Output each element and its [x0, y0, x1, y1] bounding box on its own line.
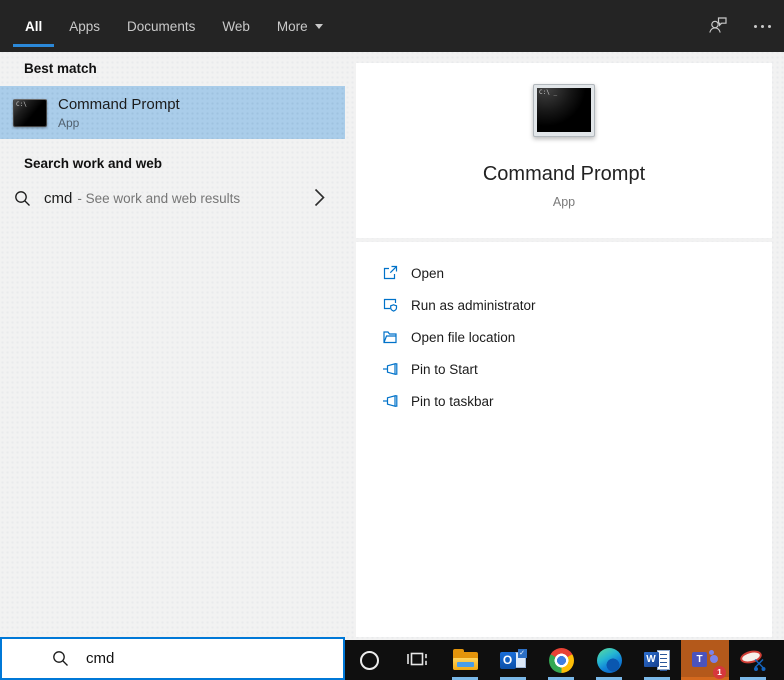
action-run-as-admin[interactable]: Run as administrator [356, 289, 772, 321]
command-prompt-icon-large [533, 84, 595, 137]
taskbar-snipping-tool[interactable] [729, 640, 777, 680]
chevron-down-icon [314, 23, 323, 29]
outlook-icon: ✓ O [499, 648, 527, 672]
taskbar-teams[interactable]: T 1 [681, 640, 729, 680]
tab-documents[interactable]: Documents [127, 0, 195, 52]
best-match-text: Command Prompt App [58, 96, 180, 130]
search-filter-tabs: All Apps Documents Web More [0, 0, 350, 52]
tab-apps[interactable]: Apps [69, 0, 100, 52]
tab-all[interactable]: All [12, 0, 55, 52]
app-title: Command Prompt [482, 163, 646, 185]
ellipsis-icon [753, 24, 771, 28]
search-input[interactable] [86, 650, 326, 667]
taskbar-edge[interactable] [585, 640, 633, 680]
search-box [0, 637, 345, 680]
taskbar-chrome[interactable] [537, 640, 585, 680]
tab-all-label: All [25, 18, 43, 34]
action-label: Run as administrator [411, 297, 536, 313]
pin-icon [382, 361, 398, 377]
taskbar-file-explorer[interactable] [441, 640, 489, 680]
action-label: Open [411, 265, 445, 281]
tab-more[interactable]: More [277, 0, 323, 52]
tab-more-label: More [276, 18, 308, 34]
action-open[interactable]: Open [356, 257, 772, 289]
app-subtitle: App [552, 195, 576, 209]
edge-icon [596, 647, 622, 673]
search-icon [14, 190, 31, 207]
tab-apps-label: Apps [69, 18, 101, 34]
app-details-card: Command Prompt App [356, 63, 772, 238]
windows-search-flyout: All Apps Documents Web More Best match C… [0, 0, 784, 680]
pin-icon [382, 393, 398, 409]
more-options-button[interactable] [740, 0, 784, 52]
tab-web-label: Web [222, 18, 250, 34]
action-pin-to-start[interactable]: Pin to Start [356, 353, 772, 385]
search-icon [52, 650, 69, 667]
cortana-icon [359, 650, 379, 670]
action-pin-to-taskbar[interactable]: Pin to taskbar [356, 385, 772, 417]
tab-documents-label: Documents [127, 18, 196, 34]
action-open-file-location[interactable]: Open file location [356, 321, 772, 353]
results-panel: Best match Command Prompt App Search wor… [0, 52, 345, 680]
best-match-result[interactable]: Command Prompt App [0, 86, 345, 139]
suggestion-description: - See work and web results [77, 190, 241, 206]
open-icon [382, 265, 398, 281]
folder-open-icon [382, 329, 398, 345]
action-label: Pin to Start [411, 361, 478, 377]
taskbar-outlook[interactable]: ✓ O [489, 640, 537, 680]
chevron-right-icon [314, 188, 325, 210]
section-heading-best-match: Best match [24, 61, 97, 76]
word-icon: W [643, 649, 671, 671]
command-prompt-icon [13, 98, 47, 127]
taskbar-task-view[interactable] [393, 640, 441, 680]
chrome-icon [548, 647, 574, 673]
action-label: Pin to taskbar [411, 393, 494, 409]
taskbar-cortana[interactable] [345, 640, 393, 680]
feedback-button[interactable] [696, 0, 740, 52]
expand-suggestion-button[interactable] [314, 188, 325, 210]
task-view-icon [406, 648, 428, 673]
header-actions [696, 0, 784, 52]
admin-shield-icon [382, 297, 398, 313]
taskbar: ✓ O W T 1 [345, 640, 784, 680]
web-search-suggestion[interactable]: cmd - See work and web results [0, 178, 345, 218]
action-label: Open file location [411, 329, 516, 345]
tab-web[interactable]: Web [222, 0, 250, 52]
search-header: All Apps Documents Web More [0, 0, 784, 52]
taskbar-word[interactable]: W [633, 640, 681, 680]
notification-badge: 1 [713, 666, 726, 679]
feedback-icon [707, 14, 729, 39]
file-explorer-icon [452, 649, 478, 670]
suggestion-query: cmd [44, 189, 73, 207]
result-subtitle: App [58, 115, 80, 130]
snipping-tool-icon [738, 648, 767, 672]
section-heading-search-web: Search work and web [24, 156, 163, 171]
context-actions-card: Open Run as administrator Open file loca… [356, 242, 772, 637]
result-title: Command Prompt [58, 95, 180, 113]
